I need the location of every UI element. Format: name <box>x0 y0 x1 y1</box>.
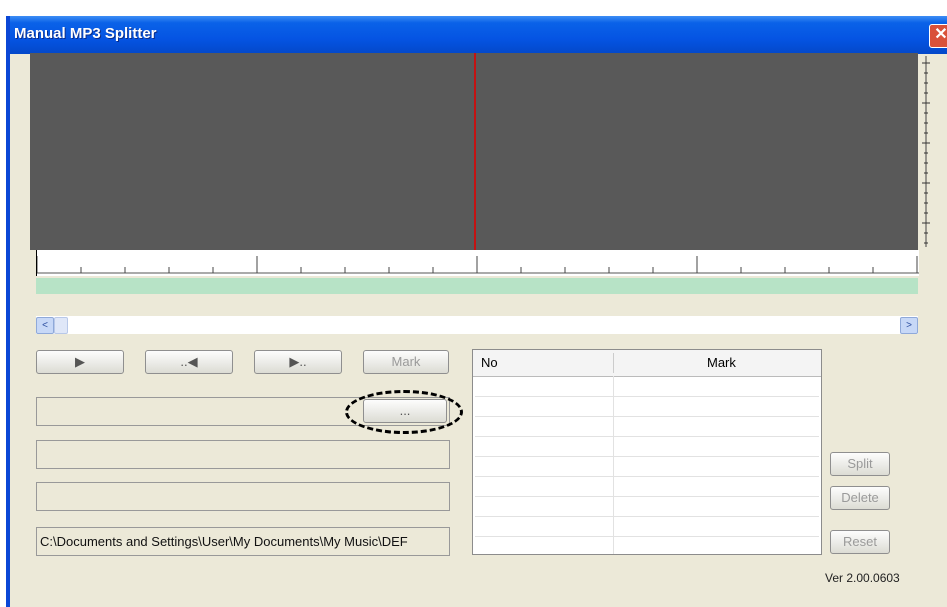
output-path-field[interactable]: C:\Documents and Settings\User\My Docume… <box>36 527 450 556</box>
close-button[interactable]: ✕ <box>929 24 947 48</box>
playhead-marker[interactable] <box>474 53 476 250</box>
table-header: No Mark <box>473 350 821 377</box>
table-row <box>475 496 819 497</box>
table-row <box>475 436 819 437</box>
table-body <box>473 376 821 554</box>
split-button[interactable]: Split <box>830 452 890 476</box>
table-row <box>475 516 819 517</box>
scroll-right-button[interactable]: > <box>900 317 918 334</box>
delete-button[interactable]: Delete <box>830 486 890 510</box>
mark-list-table[interactable]: No Mark <box>472 349 822 555</box>
highlight-ellipse <box>345 390 463 434</box>
play-button[interactable]: ▶ <box>36 350 124 374</box>
level-scale <box>922 56 930 247</box>
reset-button[interactable]: Reset <box>830 530 890 554</box>
scroll-left-button[interactable]: < <box>36 317 54 334</box>
table-row <box>475 456 819 457</box>
progress-bar <box>36 278 918 294</box>
text-field-3[interactable] <box>36 482 450 511</box>
table-row <box>475 476 819 477</box>
next-button[interactable]: ▶.. <box>254 350 342 374</box>
window-title: Manual MP3 Splitter <box>14 25 157 42</box>
table-row <box>475 416 819 417</box>
version-label: Ver 2.00.0603 <box>825 571 900 585</box>
column-gridline <box>613 376 614 554</box>
ruler-ticks <box>36 256 919 274</box>
mark-button[interactable]: Mark <box>363 350 449 374</box>
column-divider[interactable] <box>613 353 614 373</box>
prev-button[interactable]: ..◀ <box>145 350 233 374</box>
column-header-no[interactable]: No <box>481 355 498 370</box>
title-bar[interactable]: Manual MP3 Splitter ✕ <box>10 16 947 54</box>
column-header-mark[interactable]: Mark <box>707 355 736 370</box>
table-row <box>475 396 819 397</box>
time-ruler <box>36 250 919 276</box>
table-row <box>475 536 819 537</box>
text-field-2[interactable] <box>36 440 450 469</box>
horizontal-scrollbar[interactable]: < > <box>36 316 918 334</box>
scroll-thumb[interactable] <box>54 317 68 334</box>
